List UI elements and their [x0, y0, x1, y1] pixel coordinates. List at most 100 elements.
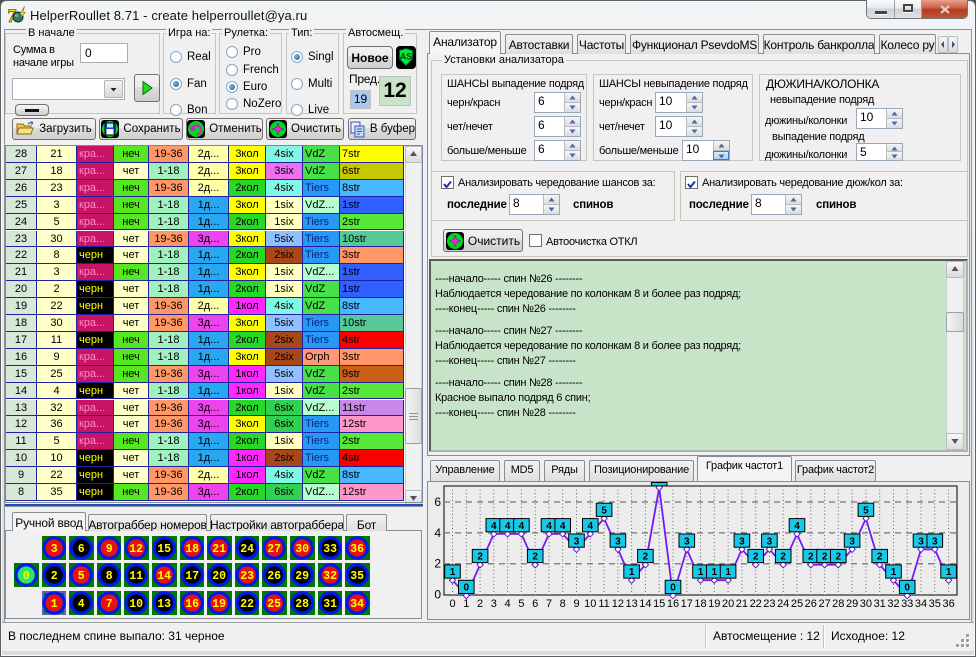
- svg-text:2: 2: [50, 570, 57, 583]
- svg-text:12: 12: [130, 543, 144, 556]
- svg-text:15: 15: [157, 543, 171, 556]
- svg-text:1: 1: [629, 567, 635, 578]
- svg-text:13: 13: [625, 598, 637, 610]
- svg-text:14: 14: [639, 598, 651, 610]
- svg-text:2: 2: [822, 552, 828, 563]
- svg-text:22: 22: [240, 598, 254, 611]
- svg-text:25: 25: [791, 598, 803, 610]
- svg-text:10: 10: [130, 598, 144, 611]
- svg-text:6: 6: [532, 598, 538, 610]
- svg-text:0: 0: [449, 598, 455, 610]
- svg-text:17: 17: [681, 598, 693, 610]
- svg-text:32: 32: [887, 598, 899, 610]
- svg-text:10: 10: [584, 598, 596, 610]
- svg-text:3: 3: [739, 536, 745, 547]
- svg-text:4: 4: [588, 521, 594, 532]
- svg-text:1: 1: [698, 567, 704, 578]
- svg-text:20: 20: [212, 570, 226, 583]
- svg-text:1: 1: [946, 567, 952, 578]
- svg-text:7: 7: [106, 598, 113, 611]
- svg-text:26: 26: [268, 570, 282, 583]
- svg-text:16: 16: [185, 598, 199, 611]
- svg-text:23: 23: [763, 598, 775, 610]
- svg-text:0: 0: [23, 570, 30, 583]
- svg-text:2: 2: [877, 552, 883, 563]
- svg-text:5: 5: [518, 598, 524, 610]
- svg-text:34: 34: [350, 598, 364, 611]
- svg-text:2: 2: [808, 552, 814, 563]
- svg-text:22: 22: [750, 598, 762, 610]
- svg-text:20: 20: [722, 598, 734, 610]
- svg-text:8: 8: [560, 598, 566, 610]
- svg-text:4: 4: [519, 521, 525, 532]
- svg-text:2: 2: [532, 552, 538, 563]
- svg-text:4: 4: [434, 526, 441, 540]
- svg-text:2: 2: [836, 552, 842, 563]
- svg-text:1: 1: [891, 567, 897, 578]
- svg-text:12: 12: [612, 598, 624, 610]
- svg-text:2: 2: [753, 552, 759, 563]
- svg-text:6: 6: [78, 543, 85, 556]
- svg-text:32: 32: [323, 570, 337, 583]
- svg-text:4: 4: [78, 598, 85, 611]
- svg-text:33: 33: [901, 598, 913, 610]
- svg-text:1: 1: [463, 598, 469, 610]
- svg-text:36: 36: [350, 543, 364, 556]
- svg-text:2: 2: [434, 557, 441, 571]
- svg-text:2: 2: [477, 598, 483, 610]
- svg-text:27: 27: [818, 598, 830, 610]
- svg-text:1: 1: [725, 567, 731, 578]
- svg-text:35: 35: [350, 570, 364, 583]
- svg-text:30: 30: [860, 598, 872, 610]
- svg-text:2: 2: [477, 552, 483, 563]
- svg-text:3: 3: [491, 598, 497, 610]
- svg-text:3: 3: [574, 536, 580, 547]
- svg-text:21: 21: [212, 543, 226, 556]
- svg-text:27: 27: [268, 543, 282, 556]
- svg-text:29: 29: [846, 598, 858, 610]
- svg-text:11: 11: [130, 570, 144, 583]
- svg-text:28: 28: [295, 598, 309, 611]
- svg-text:35: 35: [929, 598, 941, 610]
- svg-text:36: 36: [942, 598, 954, 610]
- svg-text:16: 16: [667, 598, 679, 610]
- svg-text:3: 3: [615, 536, 621, 547]
- svg-text:9: 9: [573, 598, 579, 610]
- svg-text:4: 4: [794, 521, 800, 532]
- svg-text:2: 2: [643, 552, 649, 563]
- svg-text:5: 5: [78, 570, 85, 583]
- svg-text:8: 8: [106, 570, 113, 583]
- svg-text:19: 19: [212, 598, 226, 611]
- svg-text:4: 4: [546, 521, 552, 532]
- svg-text:15: 15: [653, 598, 665, 610]
- svg-text:4: 4: [560, 521, 566, 532]
- svg-text:1: 1: [450, 567, 456, 578]
- svg-text:6: 6: [434, 495, 441, 509]
- svg-text:14: 14: [157, 570, 171, 583]
- svg-text:13: 13: [157, 598, 171, 611]
- svg-text:5: 5: [863, 506, 869, 517]
- svg-text:3: 3: [50, 543, 57, 556]
- svg-text:30: 30: [295, 543, 309, 556]
- svg-text:0: 0: [464, 583, 470, 594]
- svg-text:AS: AS: [400, 52, 413, 62]
- svg-text:25: 25: [268, 598, 282, 611]
- svg-text:26: 26: [805, 598, 817, 610]
- svg-text:2: 2: [780, 552, 786, 563]
- svg-text:0: 0: [434, 588, 441, 602]
- svg-text:24: 24: [240, 543, 254, 556]
- svg-text:7: 7: [546, 598, 552, 610]
- svg-text:9: 9: [106, 543, 113, 556]
- svg-text:0: 0: [670, 583, 676, 594]
- svg-text:4: 4: [505, 521, 511, 532]
- svg-text:4: 4: [491, 521, 497, 532]
- svg-text:34: 34: [915, 598, 927, 610]
- svg-text:1: 1: [712, 567, 718, 578]
- svg-text:18: 18: [185, 543, 199, 556]
- svg-text:31: 31: [874, 598, 886, 610]
- svg-text:21: 21: [736, 598, 748, 610]
- svg-text:29: 29: [295, 570, 309, 583]
- svg-text:0: 0: [904, 583, 910, 594]
- svg-text:4: 4: [505, 598, 511, 610]
- svg-text:3: 3: [918, 536, 924, 547]
